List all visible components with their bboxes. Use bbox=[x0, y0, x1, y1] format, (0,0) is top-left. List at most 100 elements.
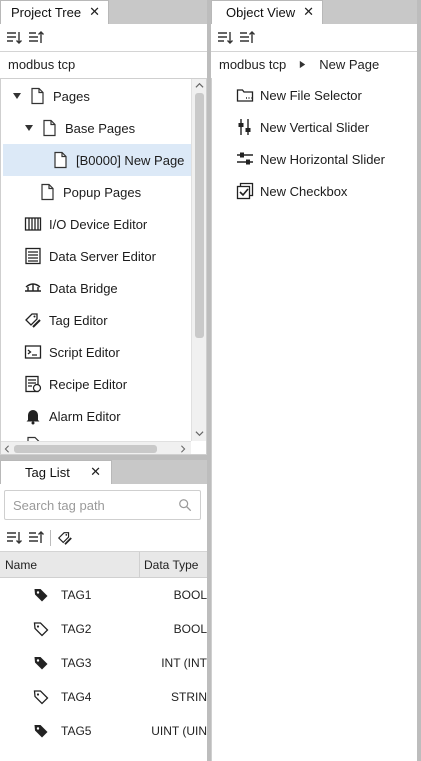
chevron-down-icon[interactable] bbox=[195, 429, 204, 438]
tree-view: Pages Base Pages [B0000] New Page Popup … bbox=[0, 78, 207, 455]
file-selector-icon bbox=[236, 89, 254, 102]
tag-outline-icon bbox=[33, 622, 49, 637]
horizontal-slider-icon bbox=[237, 152, 253, 165]
tree-item-alarm-editor[interactable]: Alarm Editor bbox=[1, 400, 191, 432]
tree-item-label: Popup Pages bbox=[63, 184, 142, 200]
search-input[interactable] bbox=[13, 497, 173, 513]
close-icon[interactable]: ✕ bbox=[89, 4, 100, 20]
recipe-icon bbox=[25, 375, 42, 393]
page-icon bbox=[43, 119, 56, 137]
project-tree-toolbar bbox=[0, 24, 207, 52]
object-item-label: New File Selector bbox=[260, 87, 362, 103]
table-row[interactable]: TAG2 BOOL bbox=[0, 612, 207, 646]
tree-item-label: [B0000] New Page bbox=[76, 152, 185, 168]
chevron-left-icon[interactable] bbox=[3, 445, 11, 453]
toolbar-separator bbox=[50, 529, 51, 546]
breadcrumb: modbus tcp New Page bbox=[211, 52, 417, 76]
project-tree-tabstrip: Project Tree ✕ bbox=[0, 0, 207, 24]
tree-item-label: Data Bridge bbox=[49, 280, 118, 296]
sort-ascending-icon[interactable] bbox=[6, 30, 22, 46]
script-icon bbox=[24, 345, 42, 359]
chevron-down-icon[interactable] bbox=[12, 91, 22, 101]
object-item-vertical-slider[interactable]: New Vertical Slider bbox=[236, 111, 369, 143]
object-view-toolbar bbox=[211, 24, 417, 52]
sort-ascending-icon[interactable] bbox=[6, 530, 22, 546]
tree-item-label: Recipe Editor bbox=[49, 376, 128, 392]
tree-item-tag-editor[interactable]: Tag Editor bbox=[1, 304, 191, 336]
tree-item-label: Alarm Editor bbox=[49, 408, 121, 424]
breadcrumb-root[interactable]: modbus tcp bbox=[219, 57, 286, 72]
object-view-tabstrip: Object View ✕ bbox=[211, 0, 417, 24]
tab-tag-list[interactable]: Tag List ✕ bbox=[0, 460, 112, 484]
search-icon[interactable] bbox=[178, 498, 192, 512]
close-icon[interactable]: ✕ bbox=[90, 464, 101, 480]
page-icon bbox=[54, 151, 67, 169]
tree-horizontal-scrollbar[interactable] bbox=[1, 441, 191, 454]
tag-name: TAG3 bbox=[61, 656, 92, 670]
tag-data-type: STRIN bbox=[171, 690, 207, 704]
sort-ascending-icon[interactable] bbox=[217, 30, 233, 46]
tree-vertical-scrollbar[interactable] bbox=[191, 79, 206, 441]
breadcrumb: modbus tcp bbox=[0, 52, 207, 76]
tree-item-label: Tag Editor bbox=[49, 312, 108, 328]
object-item-horizontal-slider[interactable]: New Horizontal Slider bbox=[236, 143, 385, 175]
tag-list-tabstrip: Tag List ✕ bbox=[0, 460, 207, 484]
tag-editor-icon[interactable] bbox=[57, 530, 73, 546]
breadcrumb-current[interactable]: New Page bbox=[319, 57, 379, 72]
data-bridge-icon bbox=[25, 283, 41, 292]
tab-label: Object View bbox=[226, 5, 296, 20]
object-list: New File Selector New Vertical Slider Ne… bbox=[211, 78, 417, 761]
column-header-name[interactable]: Name bbox=[0, 552, 140, 578]
tag-data-type: BOOL bbox=[173, 588, 207, 602]
tag-list-panel: Tag List ✕ Name Data Type TAG1 BOOL TAG2… bbox=[0, 460, 207, 761]
tree-item-label: I/O Device Editor bbox=[49, 216, 148, 232]
object-item-checkbox[interactable]: New Checkbox bbox=[236, 175, 347, 207]
breadcrumb-root[interactable]: modbus tcp bbox=[8, 57, 75, 72]
object-item-file-selector[interactable]: New File Selector bbox=[236, 79, 362, 111]
tag-filled-icon bbox=[34, 589, 48, 602]
table-row[interactable]: TAG4 STRIN bbox=[0, 680, 207, 714]
tree-item-io-device-editor[interactable]: I/O Device Editor bbox=[1, 208, 191, 240]
table-row[interactable]: TAG3 INT (INT bbox=[0, 646, 207, 680]
sort-descending-icon[interactable] bbox=[28, 530, 44, 546]
tag-data-type: INT (INT bbox=[161, 656, 207, 670]
tag-search-box[interactable] bbox=[4, 490, 201, 520]
tree-item-label: Pages bbox=[53, 88, 90, 104]
tree-horizontal-scroll-thumb[interactable] bbox=[14, 445, 157, 453]
tag-name: TAG1 bbox=[61, 588, 92, 602]
tree-item-label: Base Pages bbox=[65, 120, 136, 136]
column-header-data-type[interactable]: Data Type bbox=[144, 552, 198, 578]
tree-vertical-scroll-thumb[interactable] bbox=[195, 93, 204, 338]
close-icon[interactable]: ✕ bbox=[303, 4, 314, 20]
tag-name: TAG5 bbox=[61, 724, 92, 738]
chevron-right-icon[interactable] bbox=[179, 445, 187, 453]
checkbox-icon bbox=[236, 182, 254, 200]
table-row[interactable]: TAG1 BOOL bbox=[0, 578, 207, 612]
project-tree-panel: Project Tree ✕ modbus tcp Pages Base Pag… bbox=[0, 0, 207, 455]
data-server-icon bbox=[25, 247, 41, 265]
tag-table-header: Name Data Type bbox=[0, 552, 207, 578]
right-edge bbox=[417, 0, 421, 761]
tree-item-new-page[interactable]: [B0000] New Page bbox=[3, 144, 191, 176]
tab-label: Project Tree bbox=[11, 5, 82, 20]
tag-table-body: TAG1 BOOL TAG2 BOOL TAG3 INT (INT TAG4 S… bbox=[0, 578, 207, 761]
column-header-label: Name bbox=[5, 558, 38, 572]
tree-item-base-pages[interactable]: Base Pages bbox=[1, 112, 191, 144]
sort-descending-icon[interactable] bbox=[28, 30, 44, 46]
bell-icon bbox=[26, 410, 40, 425]
tree-item-pages[interactable]: Pages bbox=[1, 80, 191, 112]
table-row[interactable]: TAG5 UINT (UIN bbox=[0, 714, 207, 748]
tree-item-script-editor[interactable]: Script Editor bbox=[1, 336, 191, 368]
tab-label: Tag List bbox=[25, 465, 70, 480]
tree-item-data-bridge[interactable]: Data Bridge bbox=[1, 272, 191, 304]
chevron-down-icon[interactable] bbox=[24, 123, 34, 133]
tree-item-data-server-editor[interactable]: Data Server Editor bbox=[1, 240, 191, 272]
tab-object-view[interactable]: Object View ✕ bbox=[211, 0, 323, 24]
tree-item-popup-pages[interactable]: Popup Pages bbox=[1, 176, 191, 208]
sort-descending-icon[interactable] bbox=[239, 30, 255, 46]
tag-name: TAG4 bbox=[61, 690, 92, 704]
tree-item-recipe-editor[interactable]: Recipe Editor bbox=[1, 368, 191, 400]
tab-project-tree[interactable]: Project Tree ✕ bbox=[0, 0, 109, 24]
chevron-up-icon[interactable] bbox=[195, 81, 204, 90]
object-view-panel: Object View ✕ modbus tcp New Page New Fi… bbox=[211, 0, 417, 761]
